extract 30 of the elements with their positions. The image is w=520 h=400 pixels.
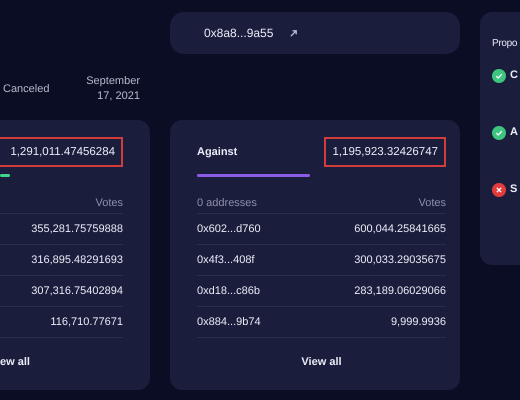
address-cell: 0x602...d760 (197, 223, 261, 235)
proposer-address-pill[interactable]: 0x8a8...9a55 (170, 12, 460, 54)
history-item-title: A (510, 126, 518, 138)
view-all-link[interactable]: ew all (0, 356, 30, 368)
votes-cell: 283,189.06029066 (354, 285, 446, 297)
view-all-link[interactable]: View all (301, 356, 342, 368)
votes-cell: 600,044.25841665 (354, 223, 446, 235)
address-cell: 0x884...9b74 (197, 316, 261, 328)
column-header: Votes (95, 197, 123, 209)
total-votes-box: 1,195,923.32426747 (324, 137, 446, 167)
date-text: September 17, 2021 (86, 74, 140, 104)
votes-cell: 116,710.77671 (50, 316, 123, 328)
votes-cell: 9,999.9936 (390, 316, 446, 328)
votes-cell: 300,033.29035675 (354, 254, 446, 266)
votes-cell: 307,316.75402894 (31, 285, 123, 297)
for-bar (0, 174, 10, 177)
history-item-title: S (510, 183, 518, 195)
address-cell: 0x4f3...408f (197, 254, 254, 266)
votes-cell: 355,281.75759888 (31, 223, 123, 235)
votes-cell: 316,895.48291693 (31, 254, 123, 266)
history-item-title: C (510, 69, 518, 81)
against-label: Against (197, 146, 238, 158)
address-text: 0x8a8...9a55 (204, 26, 274, 40)
column-header: 0 addresses (197, 197, 257, 209)
total-votes-box: 1,291,011.47456284 (0, 137, 123, 167)
address-cell: 0xd18...c86b (197, 285, 260, 297)
status-label: Canceled (3, 83, 50, 95)
external-link-icon (289, 28, 298, 38)
panel-title: Propo (492, 38, 518, 49)
column-header: Votes (418, 197, 446, 209)
